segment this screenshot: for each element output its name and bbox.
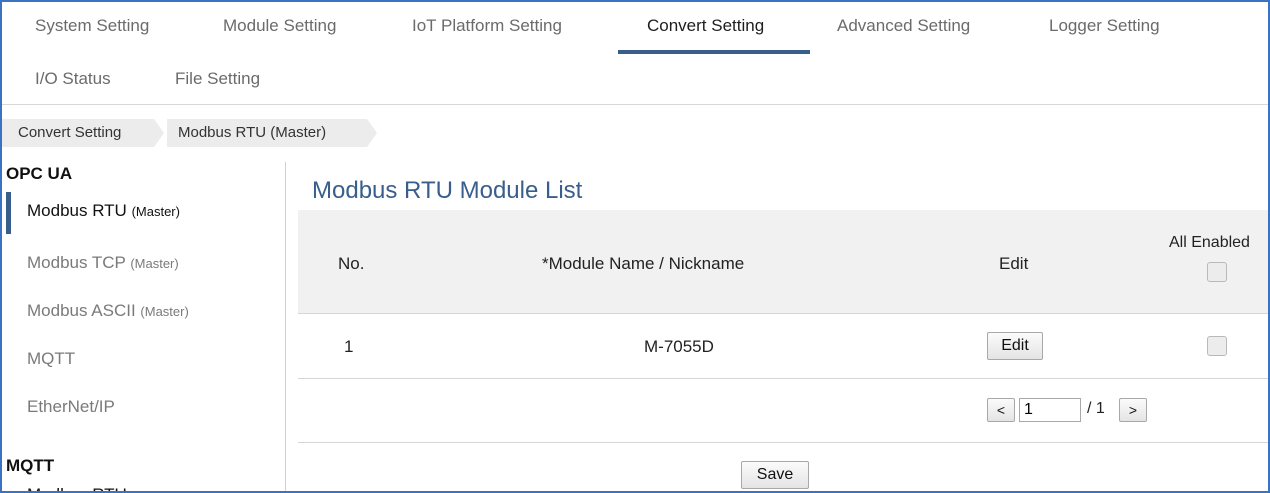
sidebar-item-label: Modbus TCP (27, 253, 126, 272)
sidebar-item-label: MQTT (27, 349, 76, 368)
breadcrumb-arrow-1 (154, 119, 164, 147)
column-header-all-enabled: All Enabled (1169, 234, 1250, 251)
sidebar-item-label: EtherNet/IP (27, 397, 115, 416)
breadcrumb-item-convert-setting[interactable]: Convert Setting (18, 124, 121, 141)
tab-system-setting[interactable]: System Setting (35, 16, 149, 36)
sidebar-item-modbus-ascii[interactable]: Modbus ASCII (Master) (27, 301, 189, 321)
sidebar-item-suffix: (Master) (130, 256, 179, 271)
sidebar-item-modbus-tcp[interactable]: Modbus TCP (Master) (27, 253, 179, 273)
save-button[interactable]: Save (741, 461, 809, 489)
sidebar-item-mqtt-modbus-rtu[interactable]: Modbus RTU (27, 485, 127, 491)
prev-page-button[interactable]: < (987, 398, 1015, 422)
sidebar-active-indicator (6, 192, 11, 234)
page-title: Modbus RTU Module List (312, 177, 583, 204)
tab-iot-platform-setting[interactable]: IoT Platform Setting (412, 16, 562, 36)
column-header-edit: Edit (999, 254, 1029, 273)
column-header-module-name: *Module Name / Nickname (542, 254, 745, 273)
top-tabs: System Setting Module Setting IoT Platfo… (2, 2, 1268, 104)
sidebar-item-ethernet-ip[interactable]: EtherNet/IP (27, 397, 115, 417)
next-page-button[interactable]: > (1119, 398, 1147, 422)
page-frame: System Setting Module Setting IoT Platfo… (0, 0, 1270, 493)
sidebar-item-modbus-rtu[interactable]: Modbus RTU (Master) (27, 201, 180, 221)
tab-file-setting[interactable]: File Setting (175, 69, 260, 89)
row-enabled-checkbox[interactable] (1207, 336, 1227, 356)
sidebar-item-suffix: (Master) (131, 204, 180, 219)
tabs-divider (2, 104, 1268, 105)
sidebar-item-mqtt[interactable]: MQTT (27, 349, 75, 369)
tab-advanced-setting[interactable]: Advanced Setting (837, 16, 970, 36)
sidebar-section-mqtt: MQTT (6, 456, 55, 475)
row-divider (298, 442, 1268, 443)
page-number-input[interactable] (1019, 398, 1081, 422)
row-module-name: M-7055D (644, 337, 714, 356)
breadcrumb-item-modbus-rtu: Modbus RTU (Master) (178, 124, 327, 141)
sidebar-section-opc-ua: OPC UA (6, 164, 73, 183)
all-enabled-checkbox[interactable] (1207, 262, 1227, 282)
table-header (298, 210, 1268, 313)
tab-logger-setting[interactable]: Logger Setting (1049, 16, 1160, 36)
breadcrumb: Convert Setting Modbus RTU (Master) (2, 119, 1268, 149)
row-divider (298, 378, 1268, 379)
breadcrumb-arrow-2 (367, 119, 377, 147)
tab-io-status[interactable]: I/O Status (35, 69, 111, 89)
edit-button[interactable]: Edit (987, 332, 1043, 360)
sidebar-divider (285, 162, 286, 491)
row-no: 1 (344, 337, 354, 356)
row-divider (298, 313, 1268, 314)
active-tab-indicator (618, 50, 810, 54)
column-header-no: No. (338, 254, 365, 273)
sidebar-item-suffix: (Master) (140, 304, 189, 319)
page-total: / 1 (1087, 400, 1105, 417)
sidebar-item-label: Modbus ASCII (27, 301, 136, 320)
tab-module-setting[interactable]: Module Setting (223, 16, 336, 36)
tab-convert-setting[interactable]: Convert Setting (647, 16, 764, 36)
sidebar-item-label: Modbus RTU (27, 201, 127, 220)
